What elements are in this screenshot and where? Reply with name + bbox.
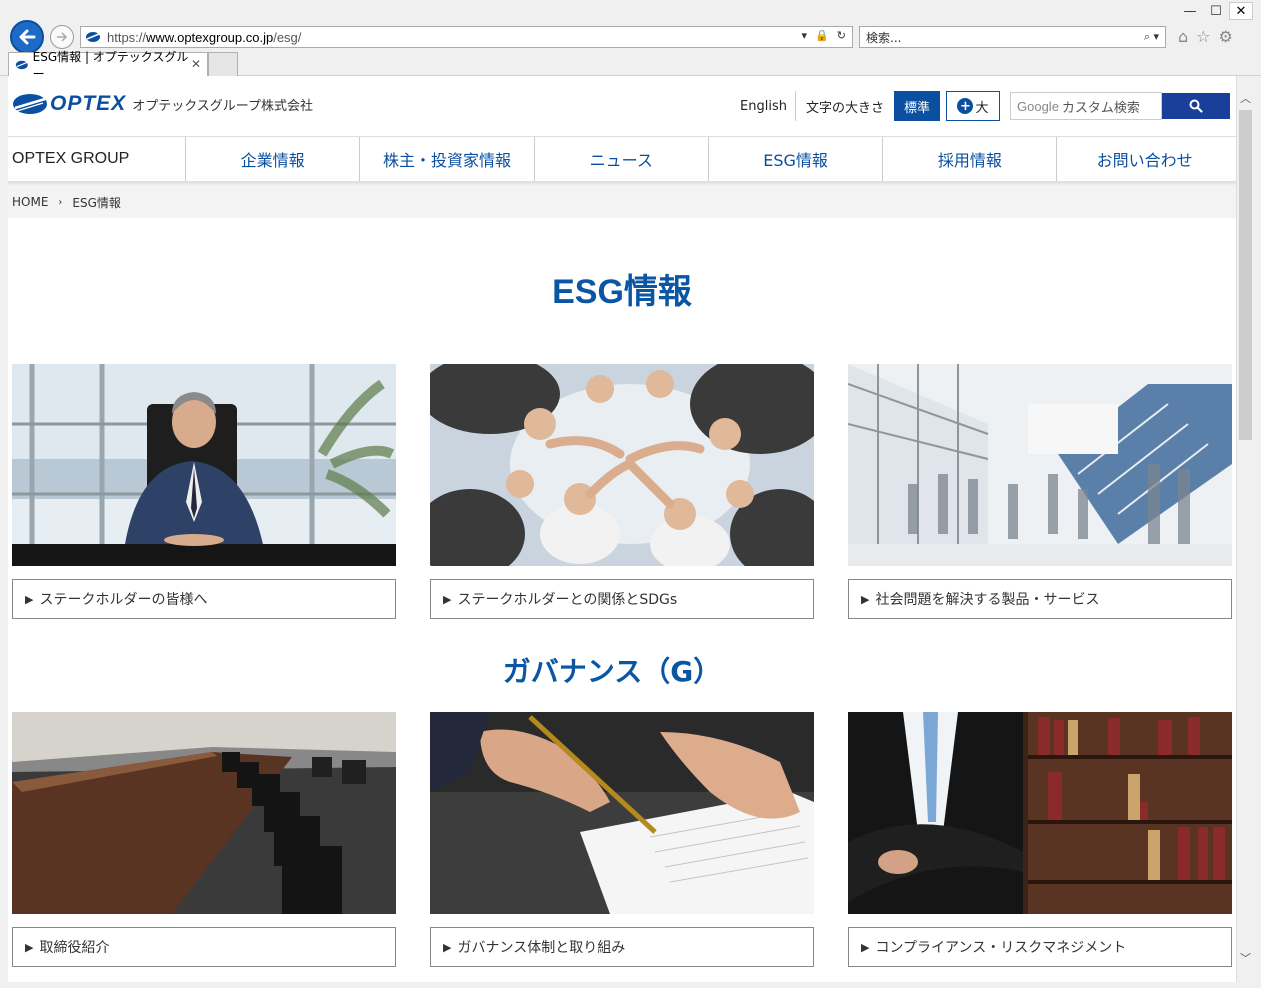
site-favicon-icon — [86, 32, 100, 42]
card-social-products[interactable]: ▶ 社会問題を解決する製品・サービス — [848, 364, 1232, 619]
card-link[interactable]: ▶ ステークホルダーとの関係とSDGs — [430, 579, 814, 619]
url-host: www.optexgroup.co.jp — [146, 29, 274, 45]
scroll-down-icon[interactable]: ﹀ — [1240, 950, 1251, 966]
card-stakeholder-sdgs[interactable]: ▶ ステークホルダーとの関係とSDGs — [430, 364, 814, 619]
home-icon[interactable]: ⌂ — [1178, 27, 1188, 46]
card-link[interactable]: ▶ 社会問題を解決する製品・サービス — [848, 579, 1232, 619]
card-label: ステークホルダーとの関係とSDGs — [457, 592, 678, 608]
font-standard-button[interactable]: 標準 — [894, 91, 940, 121]
browser-search-placeholder: 検索... — [866, 30, 902, 45]
logo-wordmark: OPTEX — [50, 92, 127, 115]
arrow-left-icon — [19, 29, 36, 45]
nav-item-contact[interactable]: お問い合わせ — [1057, 137, 1231, 181]
play-triangle-icon: ▶ — [25, 592, 34, 606]
browser-chrome: — ☐ ✕ https://www.optexgroup.co.jp/esg/ … — [0, 0, 1261, 81]
page-title: ESG情報 — [552, 273, 692, 311]
site-search-input[interactable]: Google カスタム検索 — [1010, 92, 1162, 120]
breadcrumb: HOME › ESG情報 — [8, 186, 1236, 218]
card-link[interactable]: ▶ ステークホルダーの皆様へ — [12, 579, 396, 619]
tab-favicon-icon — [15, 60, 28, 69]
site-header: OPTEX オプテックスグループ株式会社 English 文字の大きさ 標準 +… — [8, 76, 1236, 136]
global-nav: OPTEX GROUP 企業情報 株主・投資家情報 ニュース ESG情報 採用情… — [8, 136, 1236, 182]
nav-brand[interactable]: OPTEX GROUP — [8, 137, 186, 181]
header-utilities: English 文字の大きさ 標準 + 大 Google カスタム検索 — [740, 90, 1230, 122]
forward-button[interactable] — [50, 25, 74, 49]
browser-tools: ⌂ ☆ ⚙ — [1178, 27, 1233, 46]
browser-search-field[interactable]: 検索... ⌕ ▾ — [859, 26, 1166, 48]
url-path: /esg/ — [273, 29, 302, 45]
signing-document-photo — [430, 712, 814, 914]
settings-gear-icon[interactable]: ⚙ — [1219, 27, 1233, 46]
card-directors[interactable]: ▶ 取締役紹介 — [12, 712, 396, 967]
businessman-bookshelf-photo — [848, 712, 1232, 914]
address-bar[interactable]: https://www.optexgroup.co.jp/esg/ ▾ 🔒 ↻ — [80, 26, 853, 48]
optex-logo-mark-icon — [13, 94, 47, 114]
nav-item-recruit[interactable]: 採用情報 — [883, 137, 1058, 181]
governance-section-title: ガバナンス（G） — [502, 655, 722, 688]
english-link[interactable]: English — [740, 91, 796, 121]
plus-icon: + — [957, 98, 974, 114]
card-label: ガバナンス体制と取り組み — [457, 940, 626, 956]
page-viewport: OPTEX オプテックスグループ株式会社 English 文字の大きさ 標準 +… — [8, 76, 1236, 982]
refresh-icon[interactable]: ↻ — [837, 29, 846, 42]
search-icon — [1189, 99, 1203, 113]
play-triangle-icon: ▶ — [861, 940, 870, 954]
card-link[interactable]: ▶ 取締役紹介 — [12, 927, 396, 967]
minimize-button[interactable]: — — [1177, 2, 1203, 20]
font-size-label: 文字の大きさ — [805, 100, 884, 116]
url-text: https://www.optexgroup.co.jp/esg/ — [107, 30, 301, 45]
ceo-photo — [12, 364, 396, 566]
play-triangle-icon: ▶ — [25, 940, 34, 954]
close-button[interactable]: ✕ — [1229, 2, 1253, 20]
nav-item-esg[interactable]: ESG情報 — [709, 137, 884, 181]
maximize-button[interactable]: ☐ — [1203, 2, 1229, 20]
breadcrumb-home[interactable]: HOME — [12, 195, 48, 209]
nav-item-news[interactable]: ニュース — [535, 137, 709, 181]
arrow-right-icon — [57, 32, 68, 42]
window-controls: — ☐ ✕ — [1177, 2, 1253, 20]
address-icons: ▾ 🔒 ↻ — [802, 29, 846, 42]
card-link[interactable]: ▶ コンプライアンス・リスクマネジメント — [848, 927, 1232, 967]
play-triangle-icon: ▶ — [443, 940, 452, 954]
scroll-thumb[interactable] — [1239, 110, 1252, 440]
play-triangle-icon: ▶ — [861, 592, 870, 606]
card-label: コンプライアンス・リスクマネジメント — [875, 940, 1127, 956]
site-search-placeholder: カスタム検索 — [1061, 100, 1140, 116]
google-brand-label: Google — [1017, 98, 1059, 114]
nav-item-company[interactable]: 企業情報 — [186, 137, 361, 181]
card-label: 社会問題を解決する製品・サービス — [875, 592, 1100, 608]
company-name: オプテックスグループ株式会社 — [132, 98, 314, 114]
team-circle-photo — [430, 364, 814, 566]
font-large-button[interactable]: + 大 — [946, 91, 1000, 121]
chevron-right-icon: › — [58, 196, 63, 208]
favorites-star-icon[interactable]: ☆ — [1196, 27, 1210, 46]
new-tab-button[interactable] — [208, 52, 238, 76]
url-scheme: https:// — [107, 29, 147, 45]
card-stakeholder-message[interactable]: ▶ ステークホルダーの皆様へ — [12, 364, 396, 619]
font-large-label: 大 — [975, 100, 989, 116]
card-compliance[interactable]: ▶ コンプライアンス・リスクマネジメント — [848, 712, 1232, 967]
card-label: 取締役紹介 — [39, 940, 110, 956]
site-search-button[interactable] — [1162, 93, 1230, 119]
card-label: ステークホルダーの皆様へ — [39, 592, 208, 608]
scroll-up-icon[interactable]: ︿ — [1240, 90, 1251, 106]
play-triangle-icon: ▶ — [443, 592, 452, 606]
logo[interactable]: OPTEX オプテックスグループ株式会社 — [12, 92, 313, 116]
lock-icon[interactable]: 🔒 — [815, 29, 829, 42]
browser-tab[interactable]: ESG情報 | オプテックスグルー... ✕ — [8, 50, 208, 81]
dropdown-icon[interactable]: ▾ — [802, 29, 808, 42]
vertical-scrollbar[interactable]: ︿ ﹀ — [1236, 76, 1253, 982]
breadcrumb-current: ESG情報 — [72, 195, 121, 210]
tab-close-icon[interactable]: ✕ — [191, 57, 201, 71]
card-governance-system[interactable]: ▶ ガバナンス体制と取り組み — [430, 712, 814, 967]
nav-item-investors[interactable]: 株主・投資家情報 — [360, 137, 535, 181]
search-icon[interactable]: ⌕ ▾ — [1144, 30, 1159, 44]
boardroom-photo — [12, 712, 396, 914]
crowd-station-photo — [848, 364, 1232, 566]
card-link[interactable]: ▶ ガバナンス体制と取り組み — [430, 927, 814, 967]
